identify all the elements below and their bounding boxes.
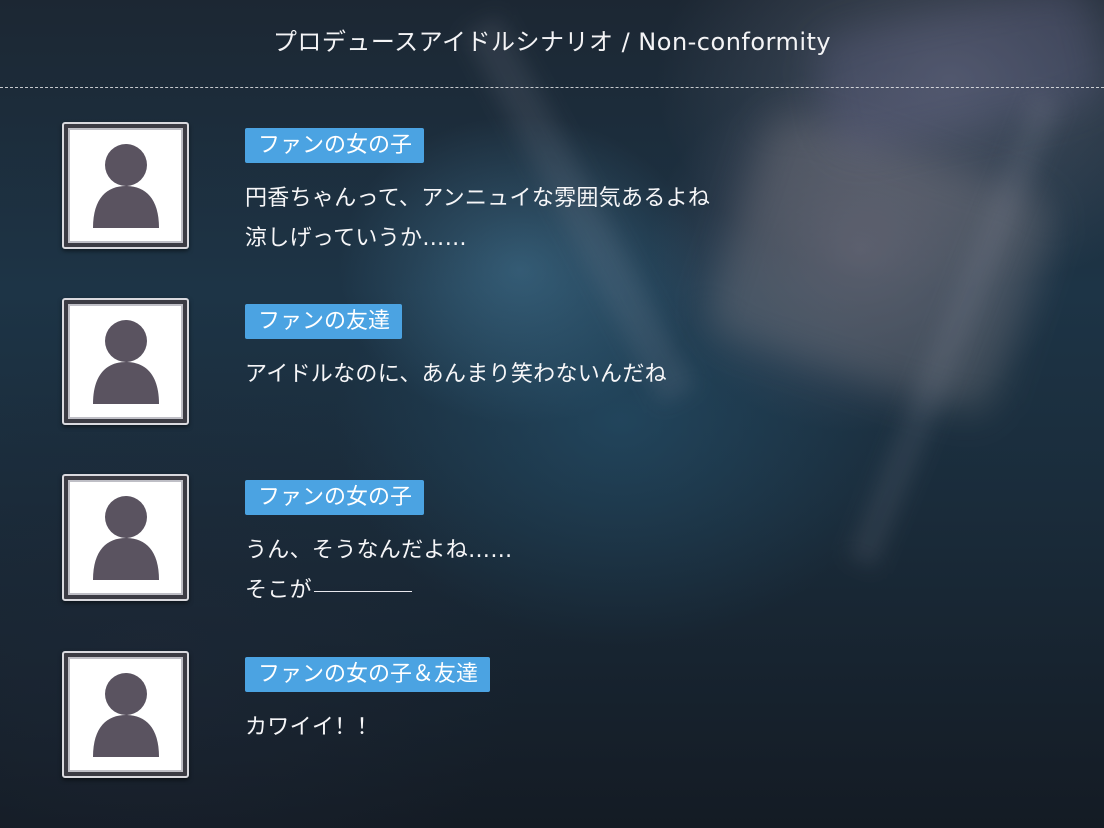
- person-silhouette-icon: [92, 672, 159, 757]
- speaker-avatar: [62, 122, 189, 249]
- person-silhouette-icon: [92, 143, 159, 228]
- dialogue-line-with-dash: そこが: [245, 572, 412, 604]
- speaker-name-tag: ファンの女の子: [245, 480, 425, 515]
- speaker-avatar: [62, 651, 189, 778]
- dialogue-line: うん、そうなんだよね……: [245, 538, 513, 563]
- scenario-title: プロデュースアイドルシナリオ / Non-conformity: [272, 28, 832, 56]
- dialogue-line-text: そこが: [245, 578, 312, 603]
- speaker-name-tag: ファンの女の子: [245, 128, 425, 163]
- long-dash: [313, 590, 412, 592]
- speaker-name-tag: ファンの友達: [245, 304, 403, 339]
- speaker-avatar: [62, 474, 189, 601]
- dialogue-line: 涼しげっていうか……: [245, 226, 467, 251]
- dialogue-entry: ファンの女の子 円香ちゃんって、アンニュイな雰囲気あるよね 涼しげっていうか……: [62, 122, 1062, 254]
- person-silhouette-icon: [92, 495, 159, 580]
- person-silhouette-icon: [92, 319, 159, 404]
- dialogue-entry: ファンの女の子＆友達 カワイイ！！: [62, 651, 1062, 783]
- speaker-name-tag: ファンの女の子＆友達: [245, 657, 491, 692]
- speaker-avatar: [62, 298, 189, 425]
- dialogue-line: アイドルなのに、あんまり笑わないんだね: [245, 362, 667, 387]
- scenario-header: プロデュースアイドルシナリオ / Non-conformity: [0, 0, 1104, 88]
- dialogue-line: カワイイ！！: [245, 715, 379, 740]
- dialogue-entry: ファンの友達 アイドルなのに、あんまり笑わないんだね: [62, 298, 1062, 430]
- dialogue-line: 円香ちゃんって、アンニュイな雰囲気あるよね: [245, 186, 711, 211]
- dialogue-entry: ファンの女の子 うん、そうなんだよね…… そこが: [62, 474, 1062, 606]
